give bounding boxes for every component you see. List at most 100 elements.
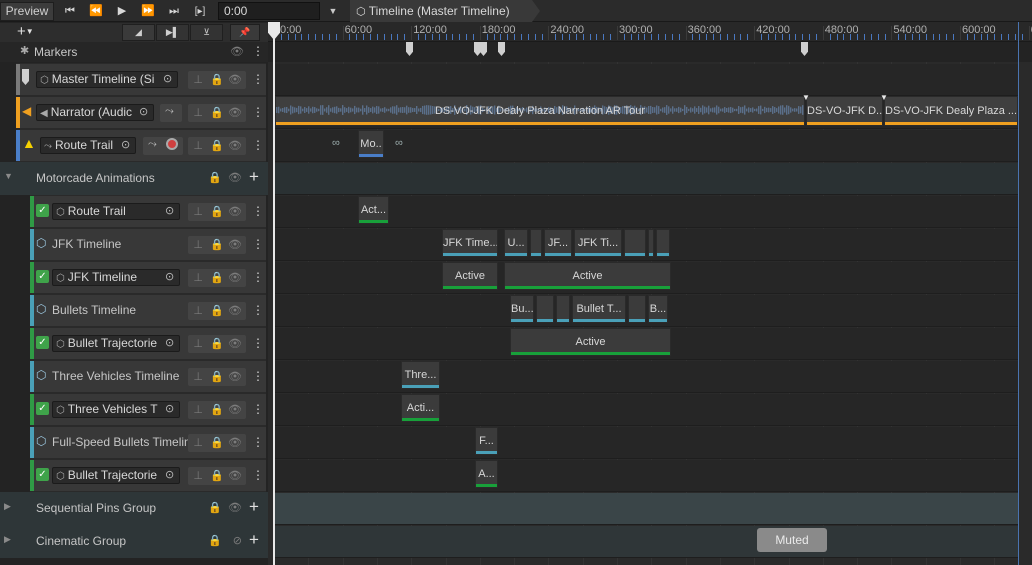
track-name-field[interactable]: ⬡ Route Trail bbox=[52, 203, 180, 220]
timeline-row-full-speed-bullets-timeline[interactable] bbox=[274, 427, 1018, 459]
visibility-icon[interactable]: 👁 bbox=[228, 370, 242, 383]
narration-clip-2[interactable]: DS-VO-JFK D... bbox=[806, 96, 883, 126]
visibility-icon[interactable]: 👁 bbox=[228, 205, 242, 218]
track-name-field[interactable]: ◀ Narrator (Audic bbox=[36, 104, 154, 121]
visibility-icon[interactable]: 👁 bbox=[228, 73, 242, 86]
visibility-icon[interactable]: 👁 bbox=[228, 337, 242, 350]
pin-icon[interactable]: ⊥ bbox=[193, 403, 203, 416]
timeline-marker[interactable] bbox=[474, 42, 481, 56]
object-picker-icon[interactable]: ⊙ bbox=[139, 105, 148, 118]
lock-icon[interactable]: 🔒 bbox=[208, 501, 222, 514]
lock-icon[interactable]: 🔒 bbox=[210, 469, 224, 482]
add-track-button[interactable]: +▼ bbox=[17, 23, 51, 41]
three-vehicles-active-clip[interactable]: Acti... bbox=[401, 394, 440, 422]
timeline-row-cinematic-group[interactable] bbox=[274, 526, 1018, 558]
time-field[interactable]: 0:00 bbox=[218, 2, 320, 20]
object-picker-icon[interactable]: ⊙ bbox=[165, 270, 174, 283]
lock-icon[interactable]: 🔒 bbox=[210, 205, 224, 218]
track-enabled-checkbox[interactable]: ✓ bbox=[36, 402, 49, 415]
narration-clip-3[interactable]: DS-VO-JFK Dealy Plaza ... bbox=[884, 96, 1018, 126]
visibility-icon[interactable]: 👁 bbox=[226, 45, 244, 58]
timeline-row-master-timeline-si[interactable] bbox=[274, 64, 1018, 96]
pin-icon[interactable]: ⊥ bbox=[193, 238, 203, 251]
timeline-row-route-trail[interactable] bbox=[274, 130, 1018, 162]
bullets-subclip[interactable]: Bullet T... bbox=[572, 295, 626, 323]
clip-edit-mode-icon[interactable]: ◢ bbox=[122, 24, 155, 41]
bullets-subclip[interactable]: Bu... bbox=[510, 295, 534, 323]
pin-icon[interactable]: ⊥ bbox=[193, 139, 203, 152]
visibility-icon[interactable]: 👁 bbox=[228, 271, 242, 284]
lock-icon[interactable]: 🔒 bbox=[210, 370, 224, 383]
visibility-icon[interactable]: 👁 bbox=[228, 436, 242, 449]
visibility-icon[interactable]: 👁 bbox=[228, 139, 242, 152]
jfk-subclip[interactable] bbox=[530, 229, 542, 257]
three-vehicles-clip[interactable]: Thre... bbox=[401, 361, 440, 389]
track-menu-icon[interactable]: ⋮ bbox=[252, 105, 264, 119]
lock-icon[interactable]: 🔒 bbox=[210, 337, 224, 350]
pin-icon[interactable]: ⊥ bbox=[193, 469, 203, 482]
timeline-marker[interactable] bbox=[406, 42, 413, 56]
route-trail-active-clip[interactable]: Act... bbox=[358, 196, 389, 224]
jfk-active-clip[interactable]: Active bbox=[504, 262, 671, 290]
skip-start-icon[interactable]: ⏮ bbox=[58, 2, 82, 21]
timeline-row-bullets-timeline[interactable] bbox=[274, 295, 1018, 327]
prev-frame-icon[interactable]: ⏪ bbox=[84, 2, 108, 21]
pin-icon[interactable]: ⊥ bbox=[193, 370, 203, 383]
visibility-icon[interactable]: 👁 bbox=[228, 304, 242, 317]
track-menu-icon[interactable]: ⋮ bbox=[252, 204, 264, 218]
timeline-marker[interactable] bbox=[480, 42, 487, 56]
pin-icon[interactable]: ⊥ bbox=[193, 205, 203, 218]
lock-icon[interactable]: 🔒 bbox=[208, 534, 222, 547]
timeline-row-jfk-timeline[interactable] bbox=[274, 229, 1018, 261]
loop-range-icon[interactable]: [▸] bbox=[188, 2, 212, 21]
time-format-dropdown-icon[interactable]: ▼ bbox=[326, 2, 340, 20]
track-menu-icon[interactable]: ⋮ bbox=[252, 138, 264, 152]
pin-icon[interactable]: ⊥ bbox=[193, 73, 203, 86]
bullets-subclip[interactable] bbox=[556, 295, 570, 323]
curves-icon[interactable]: ⤳ bbox=[148, 138, 157, 151]
route-trail-clip[interactable]: Mo.. bbox=[358, 130, 384, 158]
track-menu-icon[interactable]: ⋮ bbox=[252, 402, 264, 416]
jfk-subclip[interactable]: U... bbox=[504, 229, 528, 257]
object-picker-icon[interactable]: ⊙ bbox=[165, 402, 174, 415]
full-speed-active-clip[interactable]: A... bbox=[475, 460, 498, 488]
timeline-row-sequential-pins-group[interactable] bbox=[274, 493, 1018, 525]
timeline-row-three-vehicles-timeline[interactable] bbox=[274, 361, 1018, 393]
play-icon[interactable]: ▶ bbox=[110, 2, 134, 21]
track-enabled-checkbox[interactable]: ✓ bbox=[36, 468, 49, 481]
track-menu-icon[interactable]: ⋮ bbox=[252, 237, 264, 251]
expand-arrow-icon[interactable]: ▶ bbox=[4, 501, 11, 512]
add-track-icon[interactable]: + bbox=[249, 167, 259, 187]
track-name-field[interactable]: ⬡ Bullet Trajectorie bbox=[52, 335, 180, 352]
pin-icon[interactable]: ⊥ bbox=[193, 271, 203, 284]
pin-icon[interactable]: ⊥ bbox=[193, 304, 203, 317]
track-name-field[interactable]: ⬡ Bullet Trajectorie bbox=[52, 467, 180, 484]
jfk-subclip[interactable] bbox=[624, 229, 646, 257]
skip-end-icon[interactable]: ⏭ bbox=[162, 2, 186, 21]
expand-arrow-icon[interactable]: ▼ bbox=[4, 171, 13, 181]
pin-icon[interactable]: ⊥ bbox=[193, 337, 203, 350]
lock-icon[interactable]: 🔒 bbox=[210, 106, 224, 119]
ripple-mode-icon[interactable]: ▶▌ bbox=[156, 24, 189, 41]
next-frame-icon[interactable]: ⏩ bbox=[136, 2, 160, 21]
object-picker-icon[interactable]: ⊙ bbox=[163, 72, 172, 85]
track-enabled-checkbox[interactable]: ✓ bbox=[36, 270, 49, 283]
object-picker-icon[interactable]: ⊙ bbox=[121, 138, 130, 151]
lock-icon[interactable]: 🔒 bbox=[208, 171, 222, 184]
track-menu-icon[interactable]: ⋮ bbox=[252, 435, 264, 449]
lock-icon[interactable]: 🔒 bbox=[210, 403, 224, 416]
lock-icon[interactable]: 🔒 bbox=[210, 436, 224, 449]
track-menu-icon[interactable]: ⋮ bbox=[252, 270, 264, 284]
object-picker-icon[interactable]: ⊙ bbox=[165, 204, 174, 217]
lock-icon[interactable]: 🔒 bbox=[210, 271, 224, 284]
jfk-subclip[interactable]: JF... bbox=[544, 229, 572, 257]
track-name-field[interactable]: ⬡ Master Timeline (Si bbox=[36, 71, 178, 88]
expand-arrow-icon[interactable]: ▶ bbox=[4, 534, 11, 545]
bullet-active-clip[interactable]: Active bbox=[510, 328, 671, 356]
timeline-marker[interactable] bbox=[498, 42, 505, 56]
track-enabled-checkbox[interactable]: ✓ bbox=[36, 204, 49, 217]
visibility-icon[interactable]: 👁 bbox=[228, 403, 242, 416]
jfk-active-clip[interactable]: Active bbox=[442, 262, 498, 290]
bullets-subclip[interactable] bbox=[536, 295, 554, 323]
snap-icon[interactable]: 📌 bbox=[230, 24, 260, 41]
